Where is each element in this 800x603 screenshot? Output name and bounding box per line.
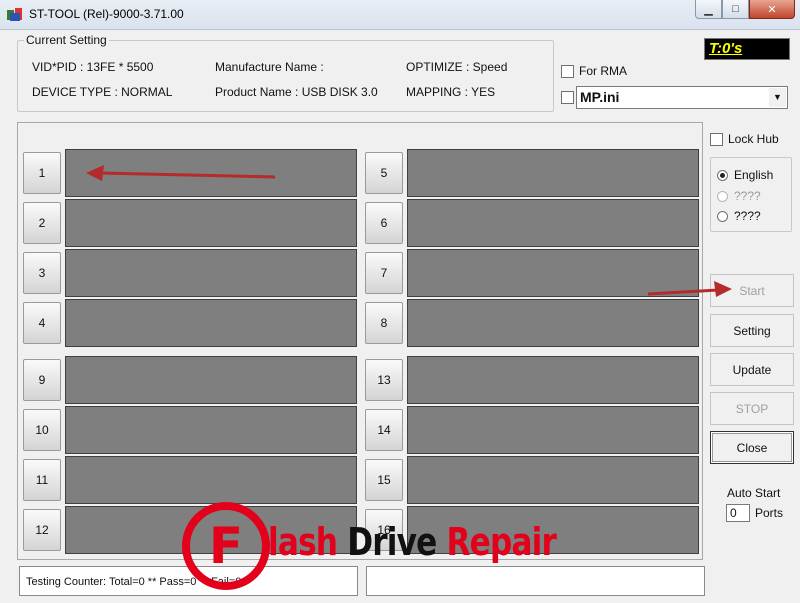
current-setting-group: Current Setting VID*PID : 13FE * 5500 Ma… xyxy=(17,33,554,112)
lock-hub-checkbox[interactable]: Lock Hub xyxy=(710,132,779,146)
watermark-text: lash Drive Repair xyxy=(268,520,557,564)
port-button-15[interactable]: 15 xyxy=(365,459,403,501)
port-button-1[interactable]: 1 xyxy=(23,152,61,194)
language-radio-english[interactable]: English xyxy=(717,168,773,182)
checkbox-box xyxy=(710,132,723,146)
port-panel-3 xyxy=(65,249,357,297)
radio-dot xyxy=(717,190,728,202)
port-panel-6 xyxy=(407,199,699,247)
window-controls: ▁ □ ✕ xyxy=(695,0,795,19)
title-bar: ST-TOOL (Rel)-9000-3.71.00 ▁ □ ✕ xyxy=(0,0,800,30)
vid-pid-text: VID*PID : 13FE * 5500 xyxy=(32,60,154,74)
current-setting-legend: Current Setting xyxy=(24,33,109,47)
port-button-12[interactable]: 12 xyxy=(23,509,61,551)
watermark-word-1: lash xyxy=(268,520,338,564)
port-button-3[interactable]: 3 xyxy=(23,252,61,294)
status-box-right xyxy=(366,566,705,596)
radio-dot xyxy=(717,169,728,181)
for-rma-checkbox[interactable]: For RMA xyxy=(561,64,627,78)
manufacture-name-text: Manufacture Name : xyxy=(215,60,324,74)
product-name-text: Product Name : USB DISK 3.0 xyxy=(215,85,378,99)
language-group: English ???? ???? xyxy=(710,157,792,232)
port-panel-1 xyxy=(65,149,357,197)
port-panel-10 xyxy=(65,406,357,454)
port-panel-9 xyxy=(65,356,357,404)
port-panel-15 xyxy=(407,456,699,504)
start-button[interactable]: Start xyxy=(710,274,794,307)
language-radio-3[interactable]: ???? xyxy=(717,209,761,223)
minimize-icon: ▁ xyxy=(704,3,713,16)
lock-hub-label: Lock Hub xyxy=(728,132,779,146)
minimize-button[interactable]: ▁ xyxy=(695,0,722,19)
setting-button[interactable]: Setting xyxy=(710,314,794,347)
port-panel-14 xyxy=(407,406,699,454)
ini-file-value: MP.ini xyxy=(580,89,620,105)
watermark-word-3: Repair xyxy=(446,520,557,564)
maximize-icon: □ xyxy=(732,3,739,15)
close-window-button[interactable]: ✕ xyxy=(749,0,795,19)
ini-file-select[interactable]: MP.ini ▼ xyxy=(576,86,788,109)
port-button-14[interactable]: 14 xyxy=(365,409,403,451)
logo-letter: F xyxy=(209,517,243,575)
mapping-text: MAPPING : YES xyxy=(406,85,496,99)
port-panel-7 xyxy=(407,249,699,297)
ports-unit-label: Ports xyxy=(755,506,784,520)
close-icon: ✕ xyxy=(767,3,777,16)
window-title: ST-TOOL (Rel)-9000-3.71.00 xyxy=(29,7,184,21)
for-rma-label: For RMA xyxy=(579,64,627,78)
port-button-8[interactable]: 8 xyxy=(365,302,403,344)
watermark-word-2: Drive xyxy=(347,520,437,564)
port-button-7[interactable]: 7 xyxy=(365,252,403,294)
port-panel-11 xyxy=(65,456,357,504)
checkbox-box xyxy=(561,91,574,104)
language-radio-2[interactable]: ???? xyxy=(717,189,761,203)
port-panel-5 xyxy=(407,149,699,197)
port-button-9[interactable]: 9 xyxy=(23,359,61,401)
port-button-2[interactable]: 2 xyxy=(23,202,61,244)
optimize-text: OPTIMIZE : Speed xyxy=(406,60,508,74)
checkbox-box xyxy=(561,64,574,78)
port-panel-4 xyxy=(65,299,357,347)
close-button[interactable]: Close xyxy=(710,431,794,464)
flash-drive-repair-logo: F xyxy=(182,502,270,590)
port-button-6[interactable]: 6 xyxy=(365,202,403,244)
radio-dot xyxy=(717,210,728,222)
chevron-down-icon[interactable]: ▼ xyxy=(769,88,786,107)
app-icon xyxy=(7,8,22,21)
language-label: English xyxy=(734,168,774,182)
auto-start-label: Auto Start xyxy=(727,486,781,500)
maximize-button[interactable]: □ xyxy=(722,0,749,19)
language-label: ???? xyxy=(734,189,761,203)
port-button-4[interactable]: 4 xyxy=(23,302,61,344)
port-button-5[interactable]: 5 xyxy=(365,152,403,194)
language-label: ???? xyxy=(734,209,761,223)
timer-display: T:0's xyxy=(704,38,790,60)
port-panel-13 xyxy=(407,356,699,404)
port-button-10[interactable]: 10 xyxy=(23,409,61,451)
port-button-13[interactable]: 13 xyxy=(365,359,403,401)
device-type-text: DEVICE TYPE : NORMAL xyxy=(32,85,173,99)
stop-button[interactable]: STOP xyxy=(710,392,794,425)
port-panel-2 xyxy=(65,199,357,247)
port-panel-8 xyxy=(407,299,699,347)
update-button[interactable]: Update xyxy=(710,353,794,386)
port-button-11[interactable]: 11 xyxy=(23,459,61,501)
auto-start-ports-input[interactable]: 0 xyxy=(726,504,750,522)
